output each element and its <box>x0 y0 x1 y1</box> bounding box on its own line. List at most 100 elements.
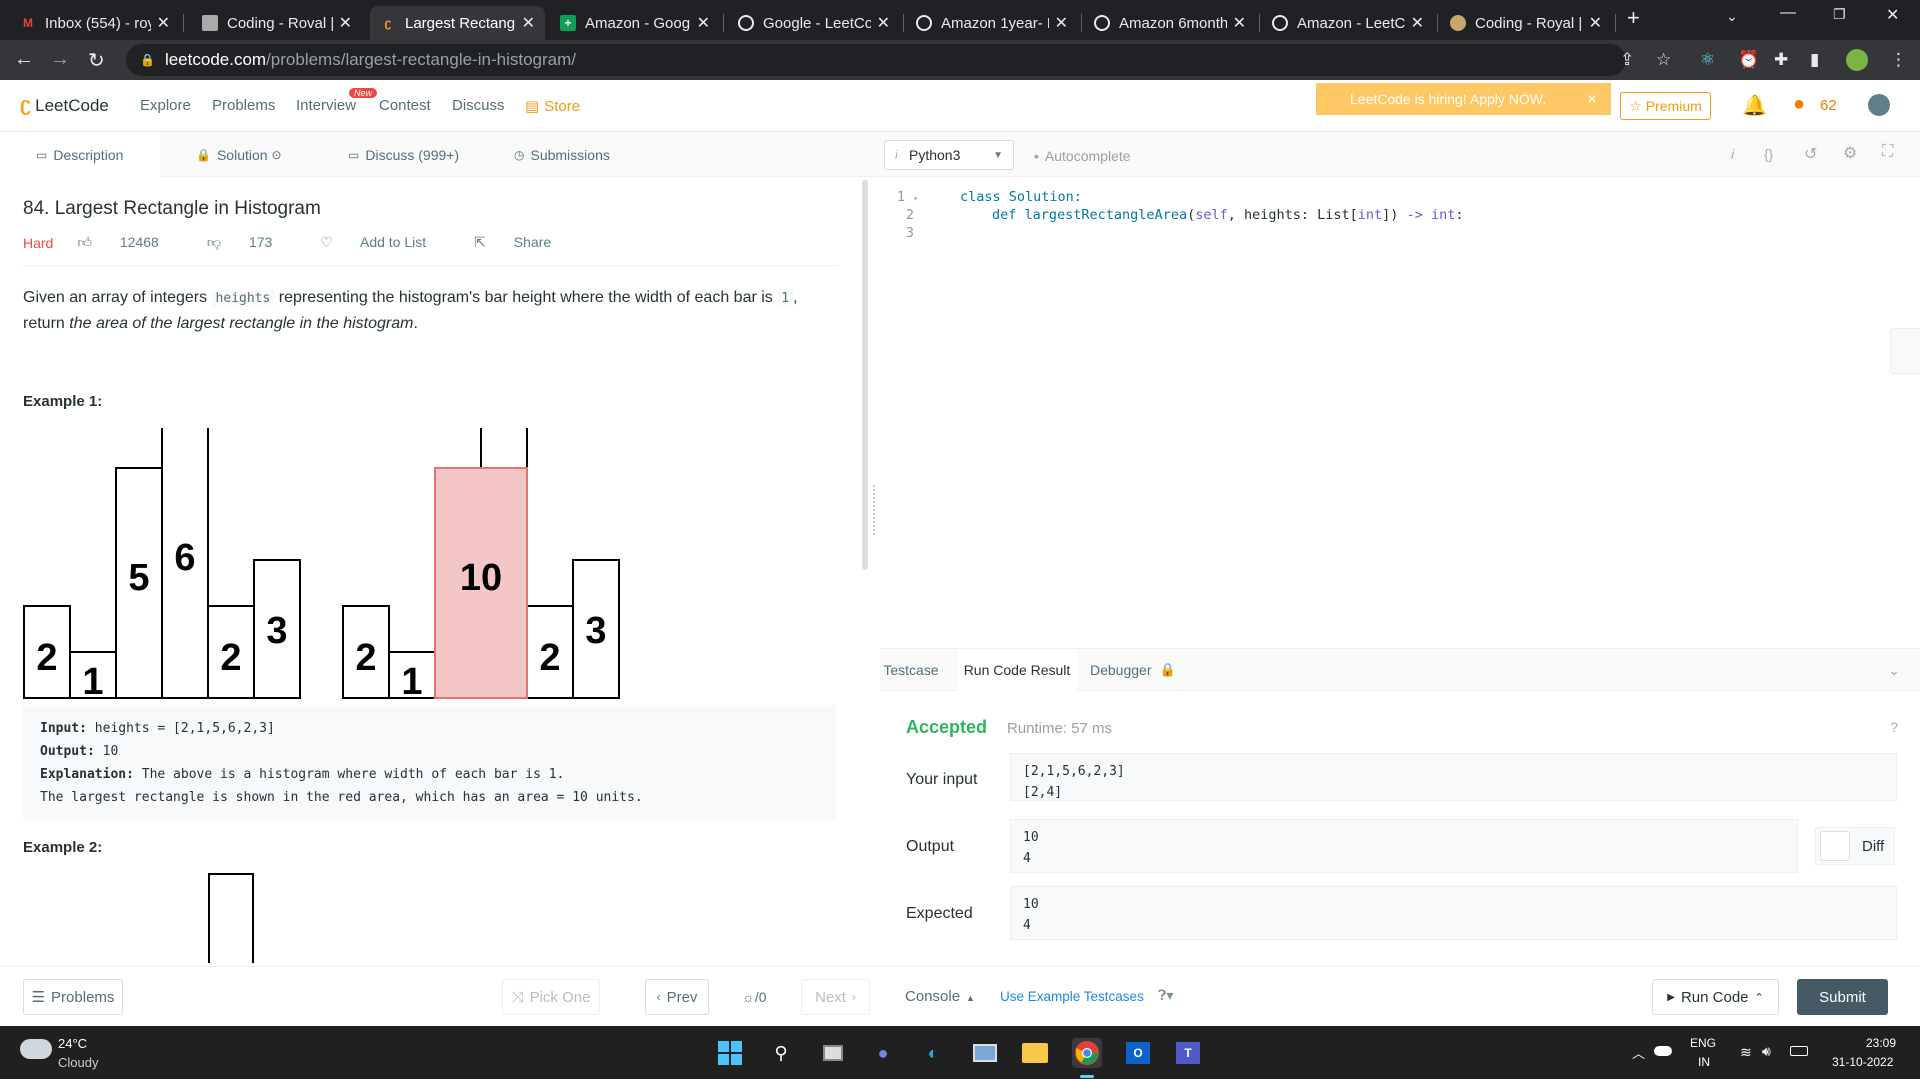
back-icon[interactable]: ← <box>14 48 34 71</box>
browser-tab[interactable]: Google - LeetCo ✕ <box>728 6 900 40</box>
side-note-tab[interactable] <box>1890 328 1920 374</box>
photos-icon[interactable] <box>970 1038 1000 1068</box>
chrome-icon[interactable] <box>1072 1038 1102 1068</box>
search-icon[interactable]: ⚲ <box>766 1038 796 1068</box>
panel-resize-handle[interactable] <box>873 485 877 535</box>
restore-icon[interactable]: ❐ <box>1833 6 1846 23</box>
leetcode-logo[interactable]: ʗ LeetCode <box>20 94 109 117</box>
minimize-icon[interactable]: — <box>1780 4 1796 22</box>
submit-button[interactable]: Submit <box>1797 979 1888 1015</box>
close-tab-icon[interactable]: ✕ <box>522 13 535 33</box>
task-view-icon[interactable] <box>818 1038 848 1068</box>
teams-chat-icon[interactable]: ● <box>868 1038 898 1068</box>
tab-run-code-result[interactable]: Run Code Result <box>957 649 1077 691</box>
new-tab-icon[interactable]: + <box>1627 5 1640 31</box>
reload-icon[interactable]: ↻ <box>88 48 105 73</box>
weather-temp[interactable]: 24°C <box>58 1036 87 1051</box>
volume-icon[interactable]: 🔊︎ <box>1762 1043 1771 1060</box>
battery-icon[interactable] <box>1790 1046 1808 1056</box>
tab-debugger[interactable]: Debugger 🔒 <box>1090 649 1176 691</box>
language-secondary[interactable]: IN <box>1698 1055 1710 1069</box>
prev-button[interactable]: ‹ Prev <box>645 979 709 1015</box>
autocomplete-toggle[interactable]: • Autocomplete <box>1034 148 1131 164</box>
close-tab-icon[interactable]: ✕ <box>697 13 710 33</box>
browser-tab-active[interactable]: ʗ Largest Rectangle ✕ <box>370 6 545 40</box>
streak-fire-icon[interactable]: ● <box>1793 93 1805 116</box>
teams-icon[interactable]: T <box>1173 1038 1203 1068</box>
add-to-list-button[interactable]: ♡ Add to List <box>320 234 450 251</box>
language-select[interactable]: i Python3 ▼ <box>884 140 1014 170</box>
code-editor[interactable]: 1 ▾ 2 3 class Solution: def largestRecta… <box>880 177 1920 647</box>
clock-date[interactable]: 31-10-2022 <box>1832 1055 1893 1069</box>
tab-discuss[interactable]: ▭ Discuss (999+) <box>348 132 459 177</box>
close-banner-icon[interactable]: ✕ <box>1587 92 1597 106</box>
close-tab-icon[interactable]: ✕ <box>1411 13 1424 33</box>
close-tab-icon[interactable]: ✕ <box>157 13 170 33</box>
language-primary[interactable]: ENG <box>1690 1036 1716 1050</box>
nav-interview[interactable]: Interview <box>296 97 356 114</box>
browser-tab[interactable]: + Amazon - Googl ✕ <box>550 6 720 40</box>
diff-toggle[interactable]: Diff <box>1815 827 1895 865</box>
tab-submissions[interactable]: ◷ Submissions <box>514 132 610 177</box>
browser-tab[interactable]: Amazon - LeetCo ✕ <box>1262 6 1434 40</box>
close-tab-icon[interactable]: ✕ <box>1233 13 1246 33</box>
notifications-bell-icon[interactable]: 🔔 <box>1742 93 1767 118</box>
profile-avatar-icon[interactable] <box>1846 49 1868 71</box>
dislike-button[interactable]: 👎︎ 173 <box>207 234 296 251</box>
clock-time[interactable]: 23:09 <box>1866 1036 1896 1050</box>
like-button[interactable]: 👍︎ 12468 <box>77 234 182 251</box>
braces-icon[interactable]: {} <box>1764 146 1773 162</box>
close-window-icon[interactable]: ✕ <box>1886 5 1899 25</box>
your-input-box[interactable]: [2,1,5,6,2,3] [2,4] <box>1010 753 1897 801</box>
run-code-button[interactable]: ▶ Run Code ⌃ <box>1652 979 1779 1015</box>
url-bar[interactable]: 🔒 leetcode.com/problems/largest-rectangl… <box>126 44 1626 76</box>
reset-icon[interactable]: ↺ <box>1804 144 1817 164</box>
close-tab-icon[interactable]: ✕ <box>1055 13 1068 33</box>
tab-search-icon[interactable]: ⌄ <box>1726 8 1738 25</box>
chrome-menu-icon[interactable]: ⋮ <box>1890 50 1907 70</box>
browser-tab[interactable]: Coding - Royal | I ✕ <box>1440 6 1612 40</box>
use-example-testcases-link[interactable]: Use Example Testcases <box>1000 989 1144 1004</box>
file-explorer-icon[interactable] <box>1020 1038 1050 1068</box>
browser-tab[interactable]: Coding - Roval | I ✕ <box>192 6 362 40</box>
browser-tab[interactable]: Amazon 6month ✕ <box>1084 6 1256 40</box>
nav-store[interactable]: ▤ Store <box>525 97 580 115</box>
nav-problems[interactable]: Problems <box>212 97 275 114</box>
problems-list-button[interactable]: ☰ Problems <box>23 979 123 1015</box>
tab-testcase[interactable]: Testcase <box>880 649 942 691</box>
windows-start-icon[interactable] <box>715 1038 745 1068</box>
next-button[interactable]: Next › <box>801 979 870 1015</box>
premium-button[interactable]: ☆ Premium <box>1620 92 1711 120</box>
tab-description[interactable]: ▭ Description <box>0 132 160 177</box>
react-devtools-icon[interactable]: ⚛ <box>1700 50 1715 70</box>
close-tab-icon[interactable]: ✕ <box>1589 13 1602 33</box>
browser-tab[interactable]: Amazon 1year- L ✕ <box>906 6 1078 40</box>
edge-icon[interactable]: ◐ <box>918 1038 948 1068</box>
info-icon[interactable]: i <box>1731 146 1734 162</box>
share-icon[interactable]: ⇪ <box>1620 50 1634 70</box>
user-avatar-icon[interactable] <box>1868 94 1890 116</box>
description-scrollbar[interactable] <box>862 180 868 570</box>
close-tab-icon[interactable]: ✕ <box>877 13 890 33</box>
wifi-icon[interactable]: ≋ <box>1740 1044 1752 1061</box>
pick-one-button[interactable]: ⤨ Pick One <box>502 979 600 1015</box>
diff-switch[interactable] <box>1820 831 1850 861</box>
console-toggle[interactable]: Console ▲ <box>905 988 975 1005</box>
nav-discuss[interactable]: Discuss <box>452 97 505 114</box>
help-dropdown-icon[interactable]: ❓︎▾ <box>1158 987 1173 1004</box>
nav-explore[interactable]: Explore <box>140 97 191 114</box>
browser-tab[interactable]: M Inbox (554) - roy ✕ <box>10 6 180 40</box>
nav-contest[interactable]: Contest <box>379 97 431 114</box>
fold-icon[interactable]: ▾ <box>913 194 918 203</box>
onedrive-icon[interactable] <box>1654 1046 1672 1056</box>
hiring-banner[interactable]: LeetCode is hiring! Apply NOW. ✕ <box>1316 83 1611 115</box>
bookmark-star-icon[interactable]: ☆ <box>1656 50 1671 70</box>
help-icon[interactable]: ? <box>1890 719 1898 735</box>
collapse-chevron-icon[interactable]: ⌄ <box>1888 662 1900 679</box>
alarm-extension-icon[interactable]: ⏰ <box>1738 50 1759 70</box>
extensions-puzzle-icon[interactable]: ✚ <box>1774 50 1788 70</box>
tray-overflow-icon[interactable]: ︿ <box>1632 1043 1645 1062</box>
side-panel-icon[interactable]: ▮ <box>1810 50 1819 70</box>
outlook-icon[interactable]: O <box>1123 1038 1153 1068</box>
share-button[interactable]: ⇱ Share <box>474 234 575 251</box>
